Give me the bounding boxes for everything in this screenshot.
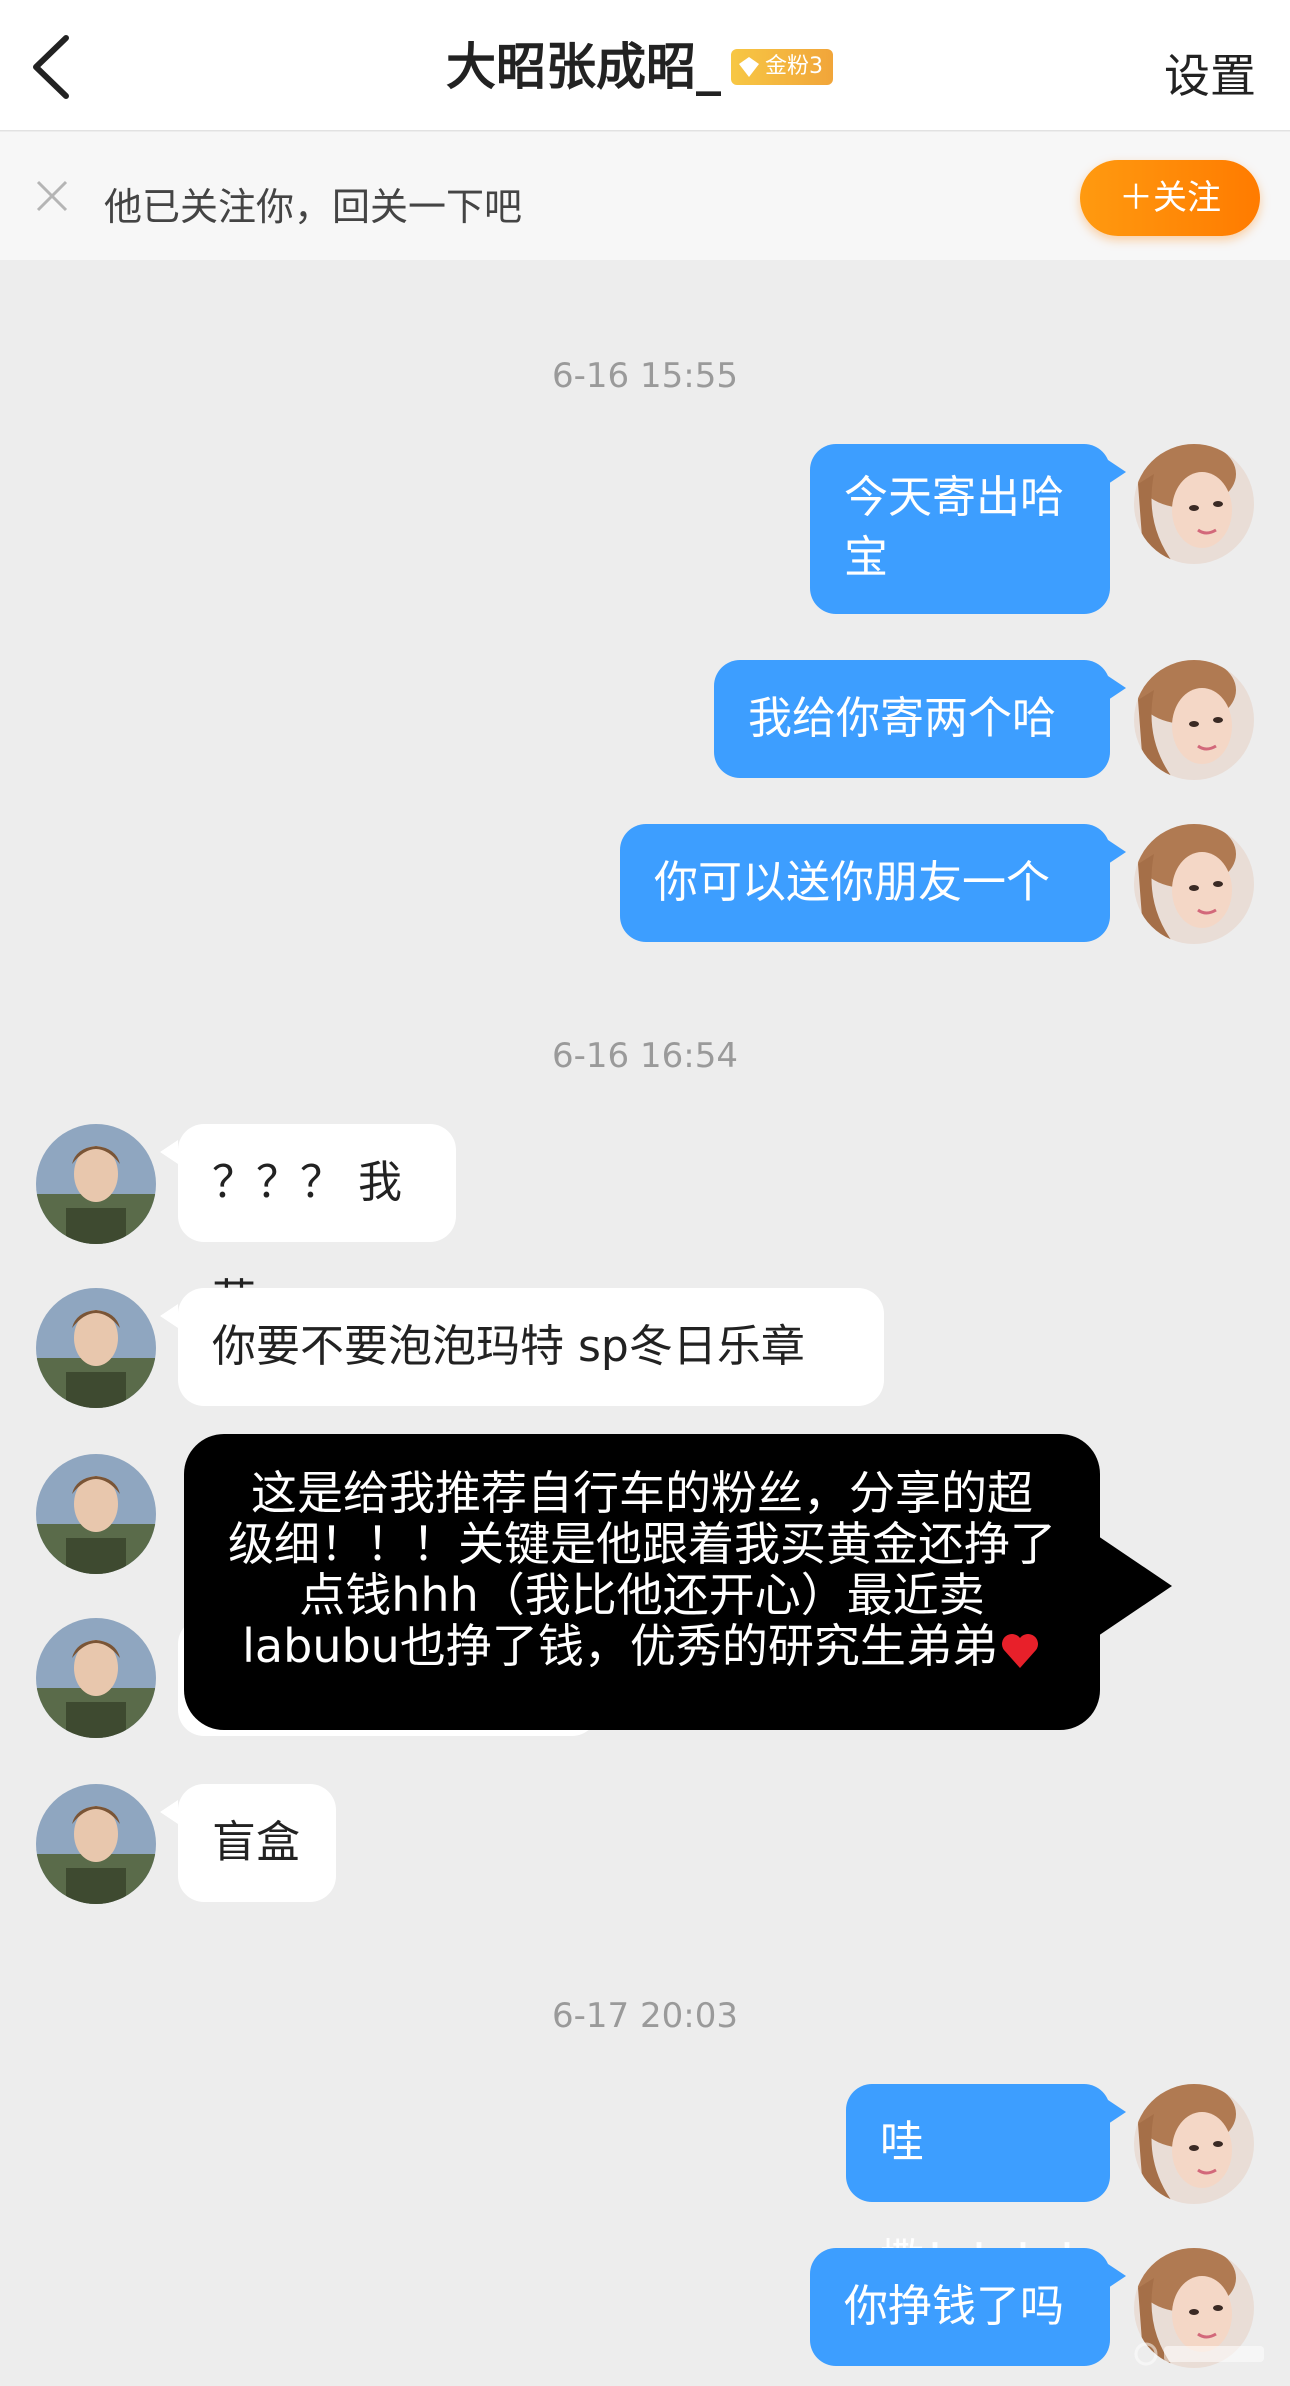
message-line: 宝 — [844, 532, 888, 583]
outgoing-message[interactable]: 哇撒！！！！ — [846, 2084, 1110, 2286]
my-avatar[interactable] — [1134, 824, 1254, 944]
my-avatar[interactable] — [1134, 660, 1254, 780]
message-line: 今天寄出哈 — [844, 472, 1064, 523]
outgoing-message[interactable]: 你挣钱了吗 — [810, 2248, 1110, 2366]
contact-avatar[interactable] — [36, 1288, 156, 1408]
annotation-line: labubu也挣了钱，优秀的研究生弟弟 — [242, 1619, 998, 1673]
gem-icon — [739, 57, 759, 77]
heart-icon — [1001, 1633, 1038, 1668]
outgoing-message[interactable]: 你可以送你朋友一个 — [620, 824, 1110, 942]
bubble-tail — [1108, 460, 1126, 484]
incoming-message[interactable]: 你要不要泡泡玛特 sp冬日乐章 — [178, 1288, 884, 1406]
contact-avatar[interactable] — [36, 1784, 156, 1904]
timestamp: 6-16 15:55 — [552, 356, 738, 396]
incoming-message[interactable]: ？？？ 我草 — [178, 1124, 456, 1326]
annotation-overlay: 这是给我推荐自行车的粉丝，分享的超 级细！！！关键是他跟着我买黄金还挣了 点钱h… — [184, 1434, 1100, 1730]
contact-avatar[interactable] — [36, 1454, 156, 1574]
bubble-tail — [160, 1140, 178, 1164]
my-avatar[interactable] — [1134, 444, 1254, 564]
bubble-tail — [1108, 2264, 1126, 2288]
chat-header: 大昭张成昭_ 金粉3 设置 — [0, 0, 1290, 131]
annotation-line-with-heart: labubu也挣了钱，优秀的研究生弟弟 — [224, 1621, 1060, 1672]
annotation-line: 级细！！！关键是他跟着我买黄金还挣了 — [228, 1517, 1056, 1571]
timestamp: 6-16 16:54 — [552, 1036, 738, 1076]
annotation-line: 点钱hhh（我比他还开心）最近卖 — [299, 1568, 985, 1622]
bubble-tail — [1108, 2100, 1126, 2124]
bubble-tail — [160, 1800, 178, 1824]
close-icon[interactable] — [34, 178, 70, 214]
annotation-line: 这是给我推荐自行车的粉丝，分享的超 — [251, 1466, 1033, 1520]
bubble-tail — [1108, 676, 1126, 700]
contact-avatar[interactable] — [36, 1618, 156, 1738]
outgoing-message[interactable]: 我给你寄两个哈 — [714, 660, 1110, 778]
my-avatar[interactable] — [1134, 2084, 1254, 2204]
fan-badge-label: 金粉3 — [765, 54, 823, 79]
bubble-tail — [160, 1304, 178, 1328]
contact-avatar[interactable] — [36, 1124, 156, 1244]
annotation-pointer — [1098, 1536, 1172, 1636]
back-arrow-icon[interactable] — [26, 32, 86, 102]
contact-name: 大昭张成昭_ — [446, 38, 721, 96]
timestamp: 6-17 20:03 — [552, 1996, 738, 2036]
bubble-tail — [1108, 840, 1126, 864]
settings-button[interactable]: 设置 — [1164, 40, 1256, 106]
follow-back-button[interactable]: ＋关注 — [1080, 160, 1260, 236]
outgoing-message[interactable]: 今天寄出哈 宝 — [810, 444, 1110, 614]
incoming-message[interactable]: 盲盒 — [178, 1784, 336, 1902]
watermark-logo-icon — [1134, 2342, 1264, 2366]
fan-level-badge: 金粉3 — [731, 49, 833, 85]
chat-title: 大昭张成昭_ 金粉3 — [446, 34, 833, 100]
follow-prompt-text: 他已关注你，回关一下吧 — [104, 185, 523, 229]
